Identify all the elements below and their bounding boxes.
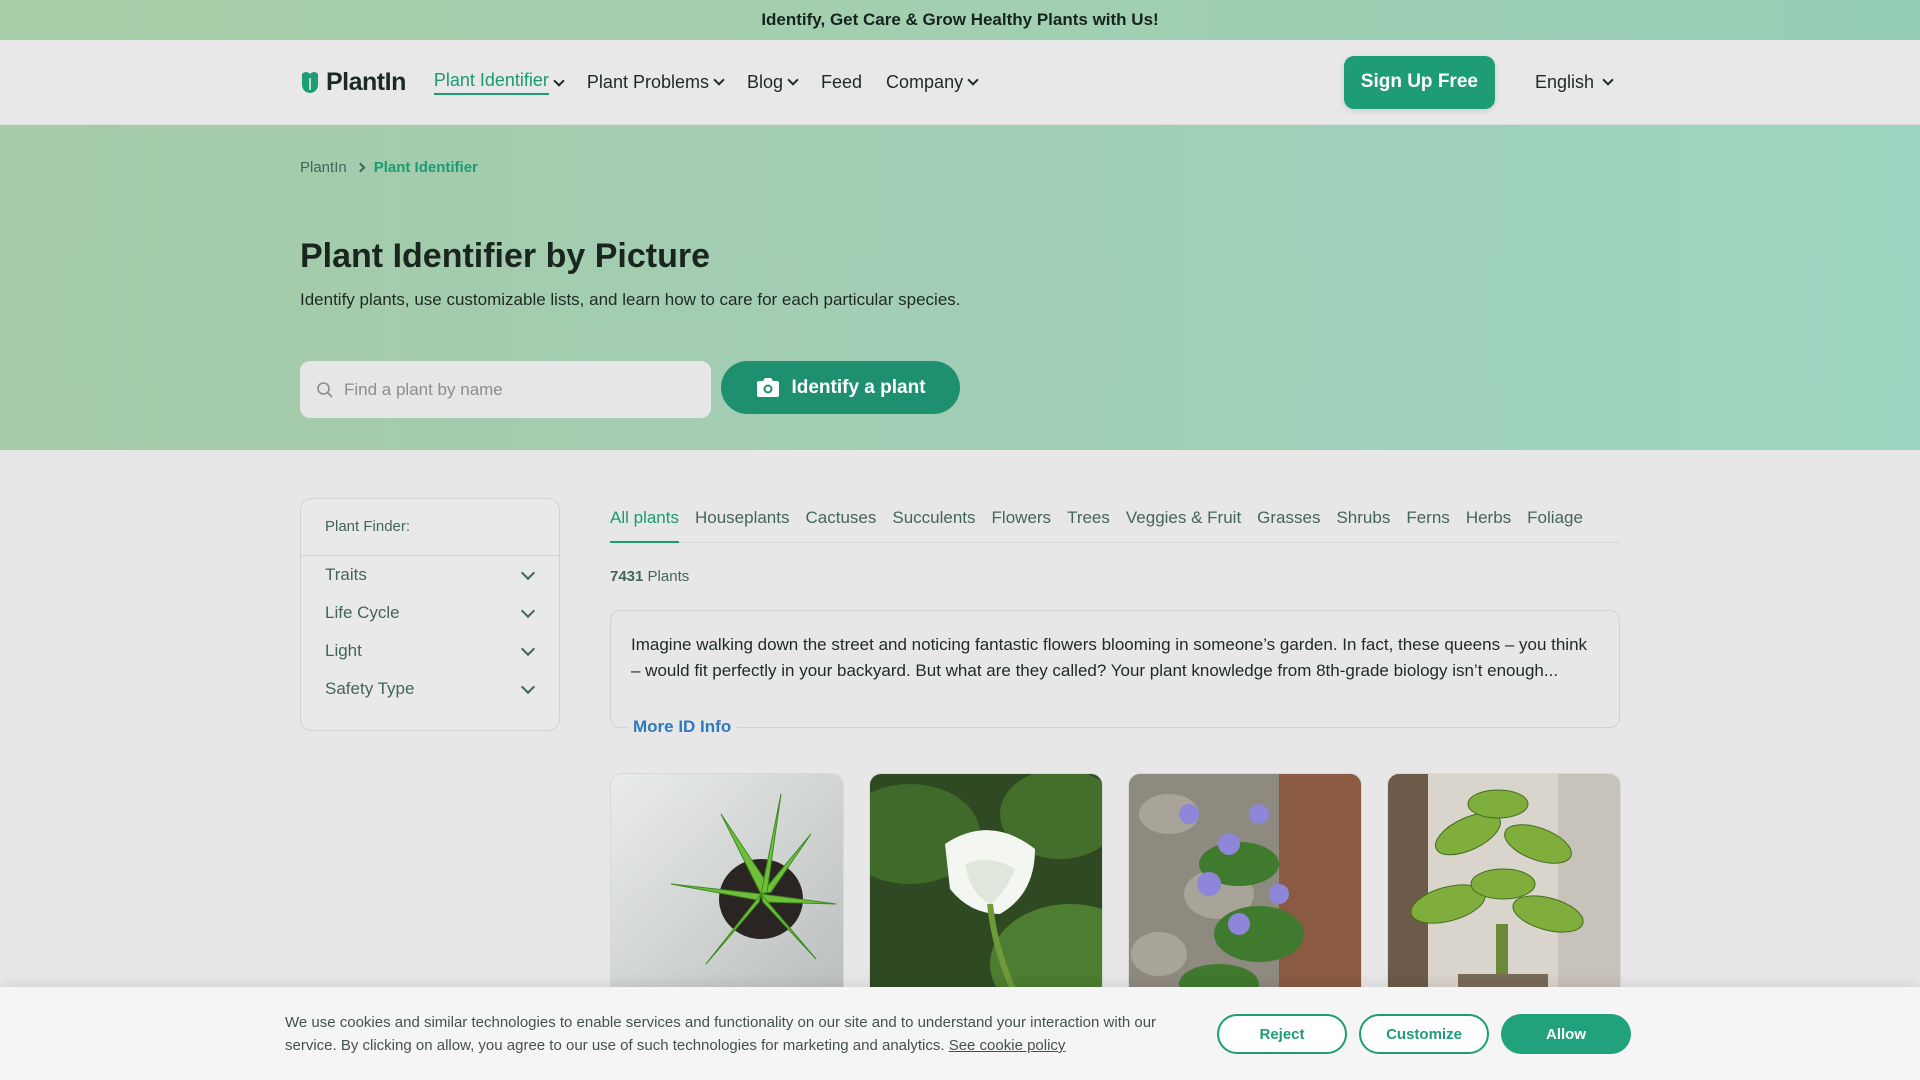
identify-plant-button[interactable]: Identify a plant [721, 361, 960, 414]
nav-label: Plant Identifier [433, 70, 549, 95]
language-label: English [1534, 71, 1594, 92]
chevron-down-icon [553, 75, 565, 87]
chevron-down-icon [967, 74, 979, 86]
leaf-logo-icon [302, 72, 318, 93]
nav-label: Blog [746, 71, 784, 92]
filter-traits[interactable]: Traits [301, 556, 559, 594]
white-flower-photo-icon [870, 774, 1102, 1002]
cookie-policy-link[interactable]: See cookie policy [949, 1037, 1066, 1054]
tab-ferns[interactable]: Ferns [1406, 508, 1449, 543]
nav-plant-identifier[interactable]: Plant Identifier [433, 70, 565, 95]
search-box[interactable] [300, 361, 711, 418]
tab-houseplants[interactable]: Houseplants [695, 508, 790, 543]
chevron-down-icon [787, 74, 799, 86]
plant-card[interactable] [1128, 773, 1362, 1003]
plant-count: 7431 Plants [610, 568, 689, 585]
nav-label: Plant Problems [586, 71, 709, 92]
filter-label: Light [325, 641, 362, 660]
language-selector[interactable]: English [1534, 71, 1614, 93]
page-subtitle: Identify plants, use customizable lists,… [300, 290, 961, 309]
hero-section: PlantIn Plant Identifier Plant Identifie… [0, 125, 1920, 450]
breadcrumb: PlantIn Plant Identifier [300, 159, 478, 176]
tab-grasses[interactable]: Grasses [1257, 508, 1320, 543]
tab-foliage[interactable]: Foliage [1527, 508, 1583, 543]
top-nav: PlantIn Plant Identifier Plant Problems … [0, 40, 1920, 125]
camera-icon [757, 377, 780, 397]
promo-bar: Identify, Get Care & Grow Healthy Plants… [0, 0, 1920, 40]
chevron-right-icon [355, 162, 366, 173]
promo-text: Identify, Get Care & Grow Healthy Plants… [761, 10, 1159, 29]
main-content: Plant Finder: Traits Life Cycle Light Sa… [0, 450, 1920, 1080]
tab-all-plants[interactable]: All plants [610, 508, 679, 543]
more-id-info-link[interactable]: More ID Info [627, 717, 738, 737]
identify-button-label: Identify a plant [791, 376, 926, 398]
customize-button[interactable]: Customize [1359, 1014, 1489, 1054]
filter-safety-type[interactable]: Safety Type [301, 670, 559, 708]
tab-succulents[interactable]: Succulents [892, 508, 975, 543]
search-input[interactable] [344, 379, 684, 400]
chevron-down-icon [520, 603, 536, 619]
id-info-card: Imagine walking down the street and noti… [610, 610, 1620, 737]
logo[interactable]: PlantIn [300, 68, 406, 97]
filter-label: Traits [325, 565, 367, 584]
chevron-down-icon [520, 565, 536, 581]
periwinkle-wall-photo-icon [1129, 774, 1361, 1002]
plant-card[interactable] [610, 773, 844, 1003]
chevron-down-icon [1602, 74, 1614, 86]
tab-flowers[interactable]: Flowers [992, 508, 1052, 543]
nav-label: Feed [821, 71, 863, 92]
chevron-down-icon [520, 641, 536, 657]
tab-veggies-fruit[interactable]: Veggies & Fruit [1126, 508, 1241, 543]
plant-finder-title: Plant Finder: [301, 499, 559, 556]
tab-herbs[interactable]: Herbs [1466, 508, 1511, 543]
filter-light[interactable]: Light [301, 632, 559, 670]
cookie-text: We use cookies and similar technologies … [285, 1011, 1195, 1057]
signup-button[interactable]: Sign Up Free [1343, 55, 1495, 109]
breadcrumb-current: Plant Identifier [373, 159, 478, 176]
cookie-banner: We use cookies and similar technologies … [0, 987, 1920, 1080]
filter-label: Life Cycle [325, 603, 400, 622]
plant-cards [610, 773, 1621, 1003]
logo-text: PlantIn [326, 67, 406, 96]
category-tabs: All plants Houseplants Cactuses Succulen… [610, 508, 1620, 543]
page-title: Plant Identifier by Picture [300, 237, 710, 275]
plant-card[interactable] [1387, 773, 1621, 1003]
breadcrumb-home[interactable]: PlantIn [300, 159, 347, 176]
tab-shrubs[interactable]: Shrubs [1336, 508, 1390, 543]
nav-company[interactable]: Company [886, 71, 979, 93]
search-icon [317, 381, 333, 398]
aloe-plant-photo-icon [611, 774, 843, 1002]
plant-count-number: 7431 [610, 568, 644, 585]
filter-label: Safety Type [325, 679, 415, 698]
tab-trees[interactable]: Trees [1067, 508, 1110, 543]
nav-blog[interactable]: Blog [746, 71, 799, 93]
plant-card[interactable] [869, 773, 1103, 1003]
chevron-down-icon [520, 679, 536, 695]
tab-cactuses[interactable]: Cactuses [806, 508, 877, 543]
plant-count-label: Plants [647, 568, 690, 585]
filter-life-cycle[interactable]: Life Cycle [301, 594, 559, 632]
nav-feed[interactable]: Feed [821, 72, 862, 93]
allow-button[interactable]: Allow [1501, 1014, 1631, 1054]
id-info-text: Imagine walking down the street and noti… [631, 635, 1588, 680]
chevron-down-icon [713, 74, 725, 86]
nav-label: Company [886, 71, 964, 92]
reject-button[interactable]: Reject [1217, 1014, 1347, 1054]
nav-plant-problems[interactable]: Plant Problems [586, 71, 725, 93]
dieffenbachia-photo-icon [1388, 774, 1620, 1002]
plant-finder: Plant Finder: Traits Life Cycle Light Sa… [300, 498, 560, 731]
